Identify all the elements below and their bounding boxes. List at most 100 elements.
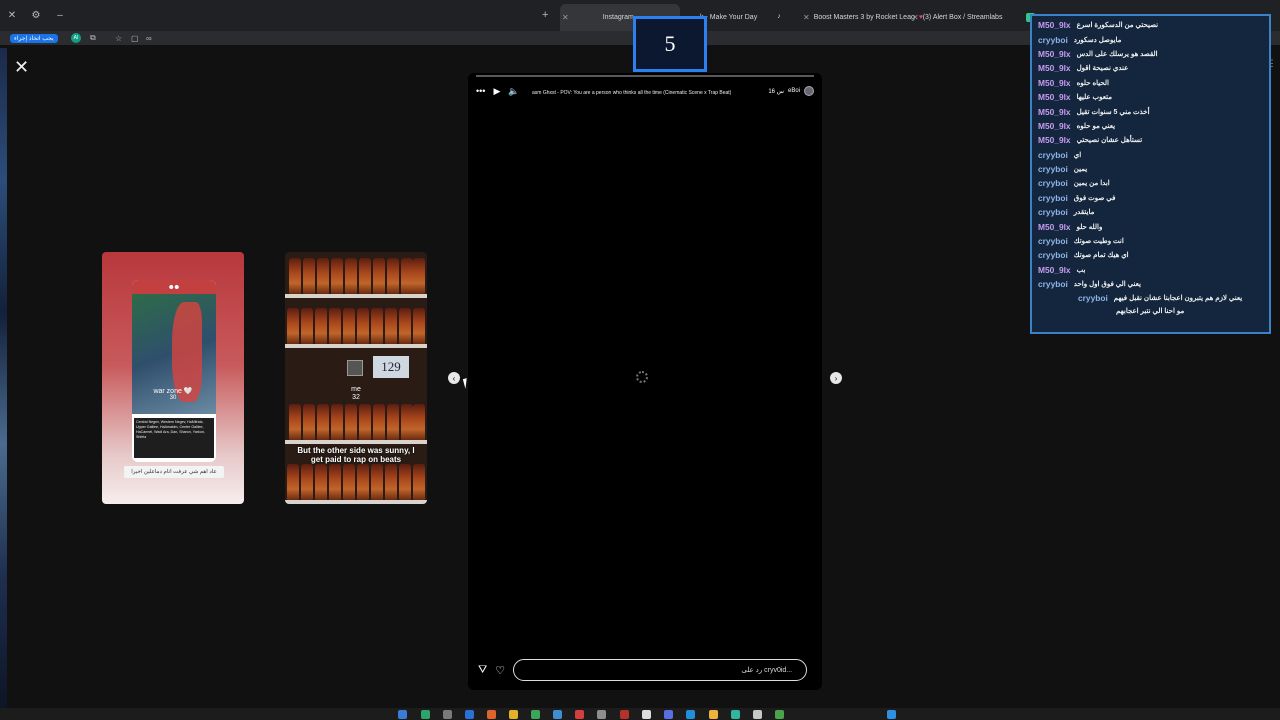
chat-username: cryyboi bbox=[1038, 34, 1068, 45]
tab-close-icon[interactable]: ✕ bbox=[912, 13, 919, 22]
music-attribution[interactable]: asm Ghxst - POV: You are a person who th… bbox=[532, 90, 731, 96]
chat-username: M50_9lx bbox=[1038, 106, 1071, 117]
close-window-icon[interactable]: ✕ bbox=[0, 10, 24, 21]
send-icon[interactable]: ⛛ bbox=[478, 664, 487, 677]
taskbar-app-icon[interactable] bbox=[575, 710, 584, 719]
chat-message: M50_9lx نصيحتي من الدسكورة اسرع bbox=[1038, 18, 1263, 32]
extensions-icon[interactable]: ⧉ bbox=[90, 31, 96, 45]
taskbar-app-icon[interactable] bbox=[597, 710, 606, 719]
story-username[interactable]: eBoi bbox=[788, 88, 800, 94]
story-preview-warzone[interactable]: ⬤ ⬤ Central Negev, Western Negev, HaMifr… bbox=[102, 252, 244, 504]
chat-username: M50_9lx bbox=[1038, 20, 1071, 31]
settings-icon[interactable]: ⚙ bbox=[24, 10, 48, 21]
chevron-left-icon[interactable]: ‹ bbox=[448, 372, 460, 384]
chat-text: مايتقدر bbox=[1073, 209, 1095, 217]
chat-text: يمين bbox=[1073, 166, 1088, 174]
tab-close-icon[interactable]: ✕ bbox=[562, 13, 569, 22]
chat-username: M50_9lx bbox=[1038, 48, 1071, 59]
volume-icon[interactable]: 🔈 bbox=[508, 86, 519, 97]
shelf-row bbox=[285, 398, 427, 444]
chat-message: cryyboi ابدا من يمين bbox=[1038, 176, 1263, 190]
action-required-chip[interactable]: يجب اتخاذ إجراء bbox=[10, 31, 58, 45]
taskbar-app-icon[interactable] bbox=[775, 710, 784, 719]
chat-message: M50_9lx القصد هو يرسلك على الدس bbox=[1038, 47, 1263, 61]
taskbar-app-icon[interactable] bbox=[465, 710, 474, 719]
chat-text: مو احنا الي نتبر اعجابهم bbox=[1116, 307, 1185, 315]
taskbar-app-icon[interactable] bbox=[487, 710, 496, 719]
tab-make-your-day[interactable]: k - Make Your Day ♪ bbox=[700, 8, 786, 26]
shelf-row bbox=[285, 302, 427, 348]
taskbar-app-icon[interactable] bbox=[620, 710, 629, 719]
tab-label: (3) Alert Box / Streamlabs bbox=[922, 13, 1003, 21]
arabic-caption: عاد اهم شي عرفت اتام دماعلين اخيرا bbox=[124, 466, 224, 478]
reply-input[interactable] bbox=[513, 659, 808, 681]
chat-message: cryyboi انت وطيت صوتك bbox=[1038, 234, 1263, 248]
chat-username: M50_9lx bbox=[1038, 63, 1071, 74]
chat-message-multiline: cryyboi يعني لازم هم يتبرون اعجابنا عشان … bbox=[1038, 291, 1263, 317]
close-icon[interactable]: ✕ bbox=[14, 57, 29, 78]
taskbar-app-icon[interactable] bbox=[642, 710, 651, 719]
play-icon[interactable]: ▶ bbox=[493, 86, 500, 97]
chat-text: عندي نصيحة اقول bbox=[1076, 65, 1129, 73]
chat-text: نصيحتي من الدسكورة اسرع bbox=[1076, 22, 1159, 30]
warzone-label: war zone 🤍 30 bbox=[102, 387, 244, 401]
taskbar-app-icon[interactable] bbox=[553, 710, 562, 719]
story-footer: ⛛ ♡ bbox=[468, 650, 822, 690]
taskbar-app-icon[interactable] bbox=[443, 710, 452, 719]
story-preview-shelves[interactable]: 129 me 32 But the other side was sunny, … bbox=[285, 252, 427, 504]
countdown-timer: 5 bbox=[633, 16, 707, 72]
tab-label: Boost Masters 3 by Rocket Leag bbox=[813, 13, 915, 21]
chat-username: cryyboi bbox=[1038, 207, 1068, 218]
avatar[interactable] bbox=[804, 86, 814, 96]
tab-instagram[interactable]: ✕ Instagram bbox=[562, 8, 634, 26]
tab-label: k - Make Your Day bbox=[700, 13, 758, 21]
more-icon[interactable]: ••• bbox=[476, 86, 485, 96]
chat-text: القصد هو يرسلك على الدس bbox=[1076, 50, 1158, 58]
taskbar-app-icon[interactable] bbox=[731, 710, 740, 719]
bookmark-star-icon[interactable]: ☆ bbox=[115, 31, 122, 45]
chat-message: M50_9lx تستأهل عشان نصيحتي bbox=[1038, 133, 1263, 147]
chat-message: cryyboi اي bbox=[1038, 148, 1263, 162]
taskbar-app-icon[interactable] bbox=[709, 710, 718, 719]
lens-icon[interactable]: ∞ bbox=[146, 31, 152, 45]
chat-message: M50_9lx يعني مو حلوه bbox=[1038, 119, 1263, 133]
taskbar-app-icon[interactable] bbox=[421, 710, 430, 719]
story-viewer: ••• ▶ 🔈 16 س eBoi asm Ghxst - POV: You a… bbox=[468, 73, 822, 690]
right-edge-icons: ⋮ bbox=[1264, 58, 1280, 69]
start-button[interactable] bbox=[887, 710, 896, 719]
chat-username: M50_9lx bbox=[1038, 264, 1071, 275]
story-progress-bar bbox=[476, 75, 814, 77]
chat-username: cryyboi bbox=[1038, 149, 1068, 160]
taskbar-app-icon[interactable] bbox=[398, 710, 407, 719]
tab-boost-masters[interactable]: ✕ Boost Masters 3 by Rocket Leag ♥ bbox=[803, 8, 923, 26]
taskbar-app-icon[interactable] bbox=[664, 710, 673, 719]
sidebar-icon[interactable]: ▢ bbox=[131, 31, 139, 45]
tab-label: Instagram bbox=[602, 13, 634, 21]
taskbar-app-icon[interactable] bbox=[686, 710, 695, 719]
desktop-edge bbox=[0, 48, 7, 708]
chat-text: يعني لازم هم يتبرون اعجابنا عشان نقبل في… bbox=[1113, 294, 1243, 302]
taskbar-app-icon[interactable] bbox=[531, 710, 540, 719]
chat-message: M50_9lx بب bbox=[1038, 263, 1263, 277]
new-tab-button[interactable]: + bbox=[542, 9, 548, 21]
more-vertical-icon[interactable]: ⋮ bbox=[1268, 58, 1277, 69]
screen: ✕ ⚙ – + ✕ Instagram k - Make Your Day ♪ … bbox=[0, 0, 1280, 720]
tab-alert-box[interactable]: ✕ (3) Alert Box / Streamlabs bbox=[912, 8, 1036, 26]
heart-icon[interactable]: ♡ bbox=[495, 664, 505, 677]
phone-topbar: ⬤ ⬤ bbox=[132, 280, 216, 294]
chat-text: تستأهل عشان نصيحتي bbox=[1076, 137, 1143, 145]
tiktok-icon: ♪ bbox=[777, 12, 781, 20]
tab-close-icon[interactable]: ✕ bbox=[803, 13, 810, 22]
taskbar-app-icon[interactable] bbox=[509, 710, 518, 719]
me-label: me 32 bbox=[285, 386, 427, 402]
minimize-icon[interactable]: – bbox=[48, 10, 72, 21]
shelf-row bbox=[285, 458, 427, 504]
chat-message: cryyboi مايتقدر bbox=[1038, 205, 1263, 219]
chat-message: M50_9lx متعوب عليها bbox=[1038, 90, 1263, 104]
taskbar-app-icon[interactable] bbox=[753, 710, 762, 719]
avatar-sticker bbox=[347, 360, 363, 376]
chevron-right-icon[interactable]: › bbox=[830, 372, 842, 384]
profile-avatar[interactable]: AI bbox=[71, 31, 81, 45]
chat-message: M50_9lx الحياه حلوه bbox=[1038, 76, 1263, 90]
story-time: 16 س bbox=[768, 88, 784, 95]
